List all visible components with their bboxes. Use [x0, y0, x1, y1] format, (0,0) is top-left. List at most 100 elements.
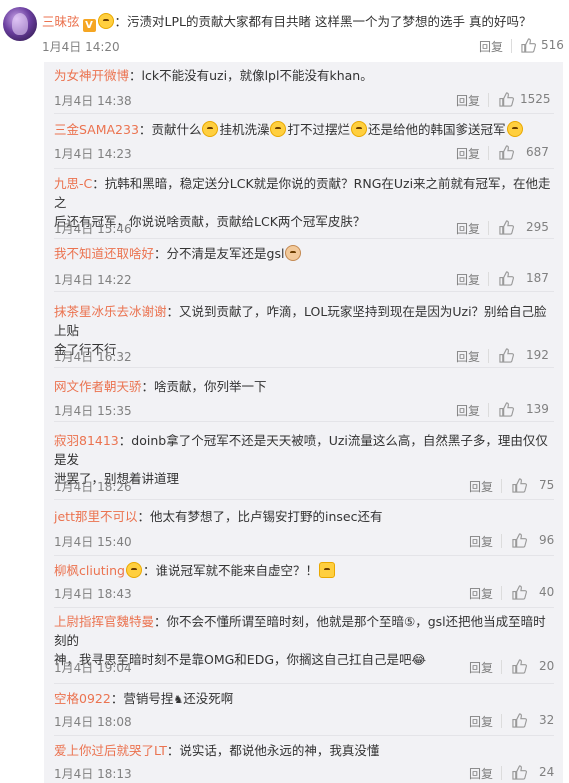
reply-time: 1月4日 14:22	[54, 273, 132, 287]
reply-content: 爱上你过后就哭了LT：说实话，都说他永远的神，我真没懂	[54, 743, 380, 758]
divider	[511, 39, 512, 53]
reply-username[interactable]: 我不知道还取啥好	[54, 246, 154, 261]
thumbs-up-icon[interactable]	[499, 145, 514, 160]
reply-username[interactable]: 寂羽81413	[54, 433, 119, 448]
thumbs-up-icon[interactable]	[521, 38, 536, 53]
thumbs-up-emoji-icon	[319, 562, 336, 578]
reply-button[interactable]: 回复	[469, 533, 493, 550]
reply-time: 1月4日 14:38	[54, 94, 132, 108]
shocked-emoji-icon	[202, 121, 219, 137]
reply-content: 网文作者朝天骄：啥贡献，你列举一下	[54, 379, 267, 394]
reply-content: 柳枫cliuting ：谁说冠军就不能来自虚空？！	[54, 561, 554, 580]
shocked-emoji-icon	[506, 121, 523, 137]
like-count: 687	[526, 145, 549, 159]
reply-text: 抗韩和黑暗，稳定送分LCK就是你说的贡献？RNG在Uzi来之前就有冠军，在他走之	[54, 176, 551, 210]
reply-item: 抹茶星冰乐去冰谢谢：又说到贡献了，咋滴，LOL玩家坚持到现在是因为Uzi？别给自…	[44, 292, 563, 368]
reply-item: 三金SAMA233：贡献什么 挂机洗澡 打不过摆烂 还是给他的韩国爹送冠军 1月4日 …	[44, 114, 563, 169]
reply-item: 寂羽81413：doinb拿了个冠军不还是天天被喷，Uzi流量这么高，自然黑子多…	[44, 422, 563, 500]
reply-button[interactable]: 回复	[469, 713, 493, 730]
like-count: 75	[539, 478, 555, 492]
vip-emoji-icon	[125, 562, 142, 578]
user-avatar[interactable]	[3, 7, 37, 41]
reply-button[interactable]: 回复	[456, 348, 480, 365]
thumbs-up-icon[interactable]	[512, 713, 527, 728]
vip-emoji-icon	[97, 13, 114, 29]
reply-actions: 回复 24	[469, 765, 559, 781]
reply-text: 谁说冠军就不能来自虚空？！	[155, 563, 319, 578]
divider	[488, 349, 489, 363]
reply-text-segment: 还是给他的韩国爹送冠军	[367, 122, 506, 137]
thumbs-up-icon[interactable]	[499, 92, 514, 107]
reply-button[interactable]: 回复	[469, 765, 493, 782]
reply-time: 1月4日 15:46	[54, 222, 132, 236]
like-count: 139	[526, 402, 549, 416]
thumbs-up-icon[interactable]	[499, 271, 514, 286]
like-count: 40	[539, 585, 555, 599]
verified-badge-icon: V	[82, 19, 96, 32]
reply-username[interactable]: 空格0922	[54, 691, 111, 706]
reply-button[interactable]: 回复	[469, 585, 493, 602]
like-count: 192	[526, 348, 549, 362]
divider	[488, 221, 489, 235]
comment-username[interactable]: 三昧弦	[42, 14, 80, 29]
reply-item: 为女神开微博：lck不能没有uzi，就像lpl不能没有khan。 1月4日 14…	[44, 62, 563, 114]
top-comment: 三昧弦 V ：污渍对LPL的贡献大家都有目共睹 这样黑一个为了梦想的选手 真的好吗？…	[0, 0, 569, 62]
reply-item: 网文作者朝天骄：啥贡献，你列举一下 1月4日 15:35 回复 139	[44, 368, 563, 422]
reply-username[interactable]: 九思-C	[54, 176, 92, 191]
reply-content: 空格0922：营销号捏♞还没死啊	[54, 691, 234, 706]
reply-time: 1月4日 19:04	[54, 661, 132, 675]
reply-item: 柳枫cliuting ：谁说冠军就不能来自虚空？！ 1月4日 18:43 回复 4…	[44, 556, 563, 608]
reply-username[interactable]: 抹茶星冰乐去冰谢谢	[54, 304, 167, 319]
reply-button[interactable]: 回复	[469, 478, 493, 495]
reply-time: 1月4日 15:35	[54, 404, 132, 418]
reply-button[interactable]: 回复	[456, 271, 480, 288]
thumbs-up-icon[interactable]	[512, 765, 527, 780]
shocked-emoji-icon	[350, 121, 367, 137]
reply-button[interactable]: 回复	[456, 220, 480, 237]
reply-actions: 回复 96	[469, 533, 559, 549]
like-count: 24	[539, 765, 555, 779]
reply-actions: 回复 40	[469, 585, 559, 601]
reply-button[interactable]: 回复	[456, 92, 480, 109]
reply-text: doinb拿了个冠军不还是天天被喷，Uzi流量这么高，自然黑子多，理由仅仅是发	[54, 433, 548, 467]
divider	[488, 93, 489, 107]
reply-username[interactable]: jett那里不可以	[54, 509, 137, 524]
reply-button[interactable]: 回复	[479, 38, 503, 55]
reply-username[interactable]: 网文作者朝天骄	[54, 379, 142, 394]
reply-actions: 回复 192	[456, 348, 556, 364]
thumbs-up-icon[interactable]	[512, 659, 527, 674]
reply-username[interactable]: 爱上你过后就哭了LT	[54, 743, 167, 758]
reply-button[interactable]: 回复	[456, 402, 480, 419]
thumbs-up-icon[interactable]	[499, 348, 514, 363]
thumbs-up-icon[interactable]	[512, 533, 527, 548]
reply-text-segment: 还没死啊	[183, 691, 234, 706]
reply-time: 1月4日 18:13	[54, 767, 132, 781]
reply-username[interactable]: 柳枫cliuting	[54, 563, 125, 578]
like-count: 295	[526, 220, 549, 234]
reply-content: 三金SAMA233：贡献什么 挂机洗澡 打不过摆烂 还是给他的韩国爹送冠军	[54, 120, 554, 139]
like-count: 187	[526, 271, 549, 285]
thumbs-up-icon[interactable]	[499, 220, 514, 235]
separator: ：	[114, 14, 128, 29]
reply-time: 1月4日 18:08	[54, 715, 132, 729]
thumbs-up-icon[interactable]	[499, 402, 514, 417]
reply-username[interactable]: 上尉指挥官魏特曼	[54, 614, 154, 629]
cat-emoji-icon	[285, 245, 302, 261]
like-count: 32	[539, 713, 555, 727]
reply-time: 1月4日 16:32	[54, 350, 132, 364]
reply-text: 说实话，都说他永远的神，我真没懂	[179, 743, 380, 758]
reply-item: 空格0922：营销号捏♞还没死啊 1月4日 18:08 回复 32	[44, 684, 563, 736]
reply-actions: 回复 75	[469, 478, 559, 494]
like-count: 516	[541, 38, 564, 52]
reply-text: 他太有梦想了，比卢锡安打野的insec还有	[149, 509, 383, 524]
reply-button[interactable]: 回复	[456, 145, 480, 162]
thumbs-up-icon[interactable]	[512, 478, 527, 493]
like-count: 1525	[520, 92, 551, 106]
reply-button[interactable]: 回复	[469, 659, 493, 676]
reply-username[interactable]: 为女神开微博	[54, 68, 129, 83]
thumbs-up-icon[interactable]	[512, 585, 527, 600]
comment-actions: 回复 516	[479, 38, 564, 54]
reply-text: 分不清是友军还是gsl	[166, 246, 285, 261]
reply-username[interactable]: 三金SAMA233	[54, 122, 139, 137]
reply-actions: 回复 1525	[456, 92, 556, 108]
